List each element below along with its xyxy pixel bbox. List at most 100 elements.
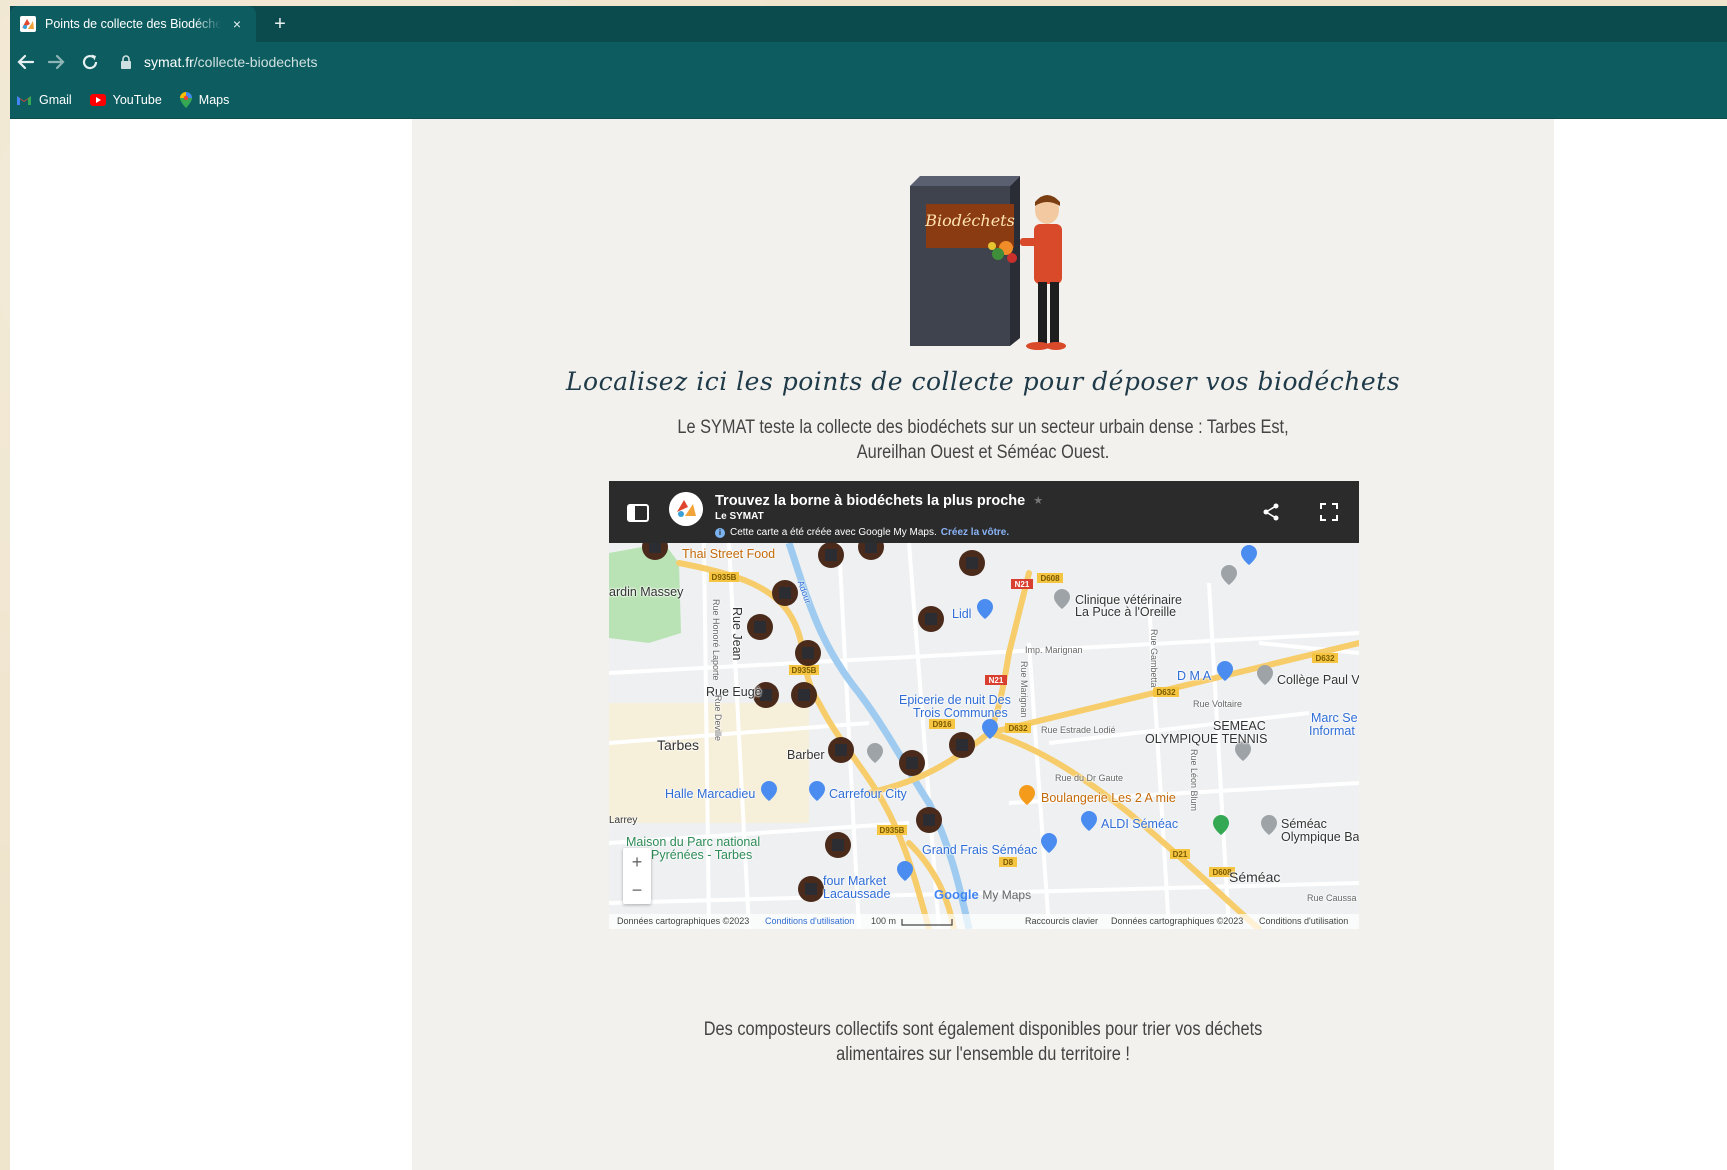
place-barber[interactable]: Barber [787, 748, 825, 762]
create-map-link[interactable]: Créez la vôtre. [941, 527, 1009, 538]
place-tarbes[interactable]: Tarbes [657, 737, 699, 753]
biodechets-bin-illustration: Biodéchets [910, 176, 1066, 350]
reload-icon[interactable] [78, 50, 102, 74]
collection-point-marker-15[interactable] [825, 832, 851, 858]
fullscreen-icon[interactable] [1319, 502, 1339, 522]
map-notice: i Cette carte a été créée avec Google My… [715, 527, 1009, 538]
street-jean: Rue Jean [730, 607, 744, 661]
address-bar[interactable]: symat.fr/collecte-biodechets [120, 47, 1720, 77]
place-marc-line1[interactable]: Marc Se [1311, 711, 1358, 725]
close-tab-icon[interactable]: × [228, 15, 246, 33]
bookmark-label: Maps [198, 93, 230, 107]
place-epicerie-line2[interactable]: Trois Communes [913, 706, 1008, 720]
place-jardin[interactable]: ardin Massey [609, 585, 683, 599]
place-college[interactable]: Collège Paul V [1277, 673, 1359, 687]
footer-terms-right[interactable]: Conditions d'utilisation [1259, 916, 1348, 926]
star-icon[interactable]: ★ [1033, 494, 1043, 507]
road-shield: D632 [1315, 654, 1335, 663]
street-honore: Rue Honoré Laporte [711, 599, 721, 681]
place-marc-line2[interactable]: Informat [1309, 724, 1355, 738]
road-shield: D632 [1008, 724, 1028, 733]
place-semeac-tennis-line1[interactable]: SEMEAC [1213, 719, 1266, 733]
place-epicerie-line1[interactable]: Epicerie de nuit Des [899, 693, 1011, 707]
footer-map-data-right: Données cartographiques ©2023 [1111, 916, 1244, 926]
place-market-line1[interactable]: four Market [823, 874, 886, 888]
collection-point-marker-8[interactable] [795, 640, 821, 666]
place-clinique-line2[interactable]: La Puce à l'Oreille [1075, 605, 1176, 619]
forward-arrow-icon[interactable] [44, 50, 68, 74]
youtube-icon [89, 94, 106, 106]
zoom-in-button[interactable]: + [623, 848, 651, 876]
street-voltaire: Rue Voltaire [1193, 699, 1243, 709]
new-tab-button[interactable]: + [268, 12, 292, 36]
place-thai[interactable]: Thai Street Food [682, 547, 775, 561]
google-logo: Google [934, 887, 979, 902]
page-title: Localisez ici les points de collecte pou… [565, 367, 1401, 396]
place-maison-line1[interactable]: Maison du Parc national [626, 835, 760, 849]
footer-map-data-left: Données cartographiques ©2023 [617, 916, 750, 926]
tab-strip: Points de collecte des Biodéchets × + [10, 6, 1727, 42]
footer-shortcuts[interactable]: Raccourcis clavier [1025, 916, 1098, 926]
composteurs-paragraph: Des composteurs collectifs sont égalemen… [703, 1019, 1263, 1065]
place-halle[interactable]: Halle Marcadieu [665, 787, 755, 801]
intro-paragraph: Le SYMAT teste la collecte des biodéchet… [677, 417, 1289, 463]
map-legend-toggle-icon[interactable] [627, 504, 649, 522]
collection-point-marker-4[interactable] [959, 550, 985, 576]
collection-point-marker-7[interactable] [918, 606, 944, 632]
bookmark-youtube[interactable]: YouTube [89, 93, 162, 107]
place-semeac-bb-line1[interactable]: Séméac [1281, 817, 1327, 831]
bookmark-label: Gmail [39, 93, 72, 107]
collection-point-marker-10[interactable] [791, 682, 817, 708]
footer-terms-left[interactable]: Conditions d'utilisation [765, 916, 854, 926]
illustration-label: Biodéchets [924, 211, 1015, 230]
road-shield: D632 [1156, 688, 1176, 697]
place-semeac[interactable]: Séméac [1229, 869, 1280, 885]
share-icon[interactable] [1261, 502, 1281, 522]
place-carrefour-city[interactable]: Carrefour City [829, 787, 907, 801]
place-semeac-tennis-line2[interactable]: OLYMPIQUE TENNIS [1145, 732, 1267, 746]
map-title: Trouvez la borne à biodéchets la plus pr… [715, 493, 1043, 509]
road-shield: N21 [1015, 580, 1030, 589]
right-margin [1554, 119, 1727, 1170]
footer-scale[interactable]: 100 m [871, 916, 896, 926]
collection-point-marker-16[interactable] [798, 876, 824, 902]
place-semeac-bb-line2[interactable]: Olympique Ba [1281, 830, 1359, 844]
road-shield: D8 [1003, 858, 1014, 867]
google-my-maps-embed[interactable]: Trouvez la borne à biodéchets la plus pr… [609, 481, 1359, 929]
place-lidl[interactable]: Lidl [952, 607, 971, 621]
bookmark-gmail[interactable]: Gmail [16, 93, 72, 107]
tab-active[interactable]: Points de collecte des Biodéchets × [10, 6, 256, 42]
street-marignan: Rue Marignan [1019, 661, 1029, 718]
place-aldi[interactable]: ALDI Séméac [1101, 817, 1178, 831]
road-shield: D935B [880, 826, 905, 835]
map-header: Trouvez la borne à biodéchets la plus pr… [609, 481, 1359, 543]
browser-window: Points de collecte des Biodéchets × + sy… [10, 6, 1727, 1170]
back-arrow-icon[interactable] [14, 50, 38, 74]
road-shield: D21 [1173, 850, 1188, 859]
google-mymaps-logo: Google My Maps [934, 887, 1031, 902]
place-dma[interactable]: D M A [1177, 669, 1211, 683]
road-shield: D916 [932, 720, 952, 729]
mymaps-logo: My Maps [982, 888, 1032, 902]
street-deville: Rue Deville [713, 695, 723, 742]
collection-point-marker-12[interactable] [899, 750, 925, 776]
url-path: /collecte-biodechets [193, 54, 318, 70]
street-gambetta: Rue Gambetta [1149, 629, 1159, 688]
place-maison-line2[interactable]: Pyrénées - Tarbes [651, 848, 752, 862]
zoom-out-button[interactable]: − [623, 876, 651, 904]
collection-point-marker-14[interactable] [916, 807, 942, 833]
page-viewport: Biodéchets Localisez ici les points de c… [10, 119, 1727, 1170]
bookmarks-bar: Gmail YouTube Maps [10, 82, 1727, 119]
collection-point-marker-13[interactable] [949, 732, 975, 758]
collection-point-marker-11[interactable] [828, 737, 854, 763]
place-grand-frais[interactable]: Grand Frais Séméac [922, 843, 1037, 857]
road-shield: N21 [989, 676, 1004, 685]
collection-point-marker-5[interactable] [772, 580, 798, 606]
place-boulangerie[interactable]: Boulangerie Les 2 A mie [1041, 791, 1176, 805]
street-caussa: Rue Caussa [1307, 893, 1357, 903]
collection-point-marker-1[interactable] [818, 543, 844, 568]
place-market-line2[interactable]: Lacaussade [823, 887, 890, 901]
bookmark-maps[interactable]: Maps [179, 92, 230, 108]
info-icon: i [715, 527, 725, 538]
collection-point-marker-6[interactable] [747, 614, 773, 640]
